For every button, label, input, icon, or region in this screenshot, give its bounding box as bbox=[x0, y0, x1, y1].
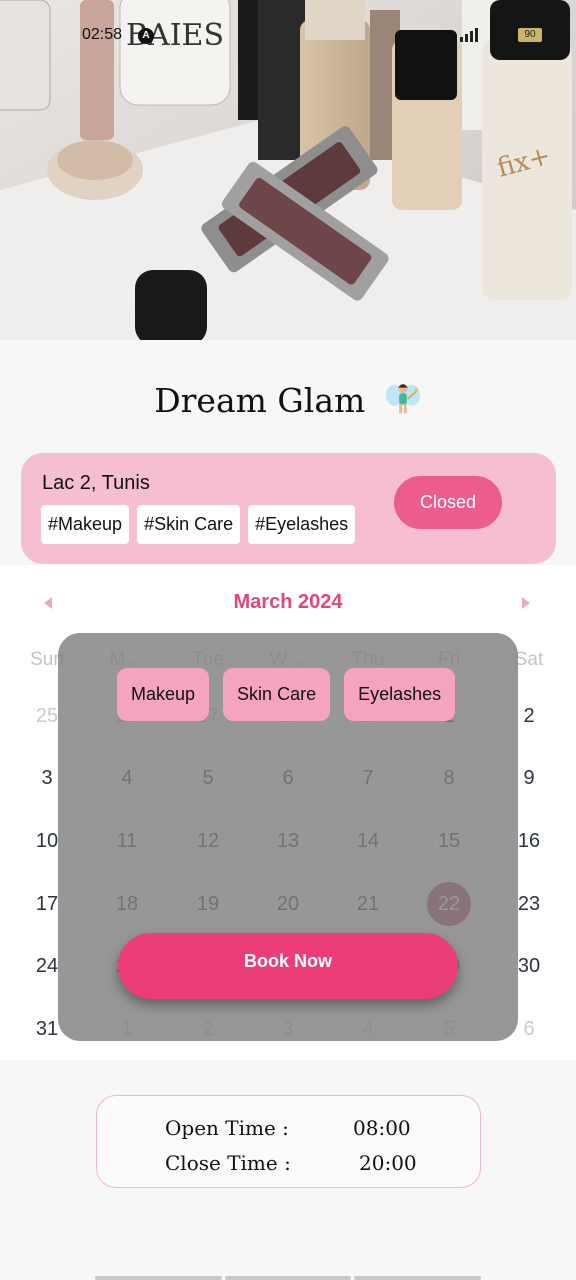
service-list: Makeup Skin Care Eyelashes bbox=[117, 668, 456, 721]
close-time-row: Close Time : 20:00 bbox=[165, 1151, 425, 1179]
service-picker-dialog: Makeup Skin Care Eyelashes Book Now bbox=[58, 633, 518, 1041]
close-time-label: Close Time : bbox=[165, 1151, 291, 1175]
fairy-icon bbox=[385, 383, 420, 414]
signal-icon bbox=[460, 28, 478, 42]
hours-card: Open Time : 08:00 Close Time : 20:00 bbox=[96, 1095, 481, 1188]
nav-segment bbox=[224, 1276, 352, 1280]
bottom-nav-indicator bbox=[95, 1276, 482, 1280]
service-eyelashes-button[interactable]: Eyelashes bbox=[344, 668, 456, 721]
battery-icon: 90 bbox=[518, 28, 542, 42]
close-time-value: 20:00 bbox=[359, 1151, 417, 1175]
tag-list: #Makeup #Skin Care #Eyelashes bbox=[41, 505, 356, 544]
notification-icon: A bbox=[138, 28, 154, 44]
status-bar: 02:58 A 90 bbox=[0, 22, 576, 50]
tag-makeup: #Makeup bbox=[41, 505, 130, 544]
nav-segment bbox=[95, 1276, 222, 1280]
cosmetics-photo: BAIES fix+ bbox=[0, 0, 576, 340]
open-time-row: Open Time : 08:00 bbox=[165, 1116, 425, 1144]
status-badge[interactable]: Closed bbox=[394, 476, 502, 529]
shop-name: Dream Glam bbox=[154, 381, 366, 420]
service-makeup-button[interactable]: Makeup bbox=[117, 668, 210, 721]
open-time-label: Open Time : bbox=[165, 1116, 289, 1140]
book-now-button[interactable]: Book Now bbox=[118, 933, 458, 999]
nav-segment bbox=[354, 1276, 482, 1280]
tag-skin-care: #Skin Care bbox=[137, 505, 241, 544]
hero-image: BAIES fix+ bbox=[0, 0, 576, 340]
shop-info-card: Lac 2, Tunis #Makeup #Skin Care #Eyelash… bbox=[21, 453, 556, 564]
service-skin-care-button[interactable]: Skin Care bbox=[223, 668, 331, 721]
shop-location: Lac 2, Tunis bbox=[42, 472, 150, 494]
tag-eyelashes: #Eyelashes bbox=[248, 505, 356, 544]
shop-title: Dream Glam bbox=[0, 380, 576, 420]
status-time: 02:58 bbox=[82, 26, 123, 43]
open-time-value: 08:00 bbox=[353, 1116, 411, 1140]
